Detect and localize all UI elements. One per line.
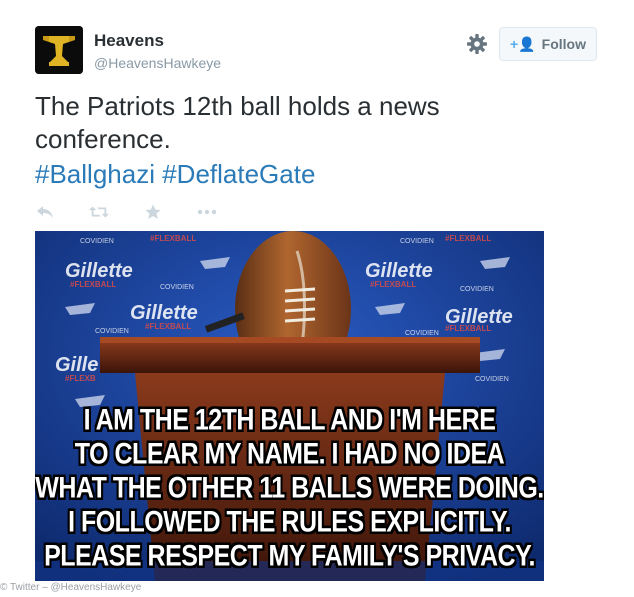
hashtag-deflategate[interactable]: #DeflateGate — [162, 159, 315, 189]
svg-text:#FLEXBALL: #FLEXBALL — [445, 234, 491, 243]
svg-text:#FLEXBALL: #FLEXBALL — [145, 322, 191, 331]
caption-line-3: WHAT THE OTHER 11 BALLS WERE DOING. — [35, 471, 544, 505]
hashtags: #Ballghazi #DeflateGate — [35, 158, 315, 191]
retweet-icon[interactable] — [89, 203, 109, 221]
svg-text:Gillette: Gillette — [130, 302, 198, 324]
svg-text:#FLEXB: #FLEXB — [65, 374, 96, 383]
hashtag-ballghazi[interactable]: #Ballghazi — [35, 159, 155, 189]
svg-text:#FLEXBALL: #FLEXBALL — [150, 234, 196, 243]
svg-text:Gillette: Gillette — [65, 260, 133, 282]
svg-text:COVIDIEN: COVIDIEN — [95, 328, 129, 335]
svg-text:Gillette: Gillette — [365, 260, 433, 282]
svg-text:#FLEXBALL: #FLEXBALL — [445, 324, 491, 333]
gear-icon[interactable] — [466, 33, 488, 55]
svg-text:#FLEXBALL: #FLEXBALL — [70, 280, 116, 289]
tweet-photo[interactable]: Gillette Gillette Gillette Gillette Gill… — [35, 231, 544, 581]
photo-credit: © Twitter – @HeavensHawkeye — [0, 582, 142, 593]
tweet-actions — [35, 202, 251, 222]
caption-line-4: I FOLLOWED THE RULES EXPLICITLY. — [68, 505, 511, 539]
caption-line-5: PLEASE RESPECT MY FAMILY'S PRIVACY. — [44, 539, 535, 573]
add-user-icon: +👤 — [510, 35, 536, 52]
svg-text:Gille: Gille — [55, 354, 98, 376]
favorite-icon[interactable] — [143, 203, 163, 221]
svg-text:COVIDIEN: COVIDIEN — [160, 284, 194, 291]
svg-text:#FLEXBALL: #FLEXBALL — [370, 280, 416, 289]
reply-icon[interactable] — [35, 203, 55, 221]
caption-line-2: TO CLEAR MY NAME. I HAD NO IDEA — [74, 437, 505, 471]
caption-line-1: I AM THE 12TH BALL AND I'M HERE — [83, 403, 496, 437]
user-name[interactable]: Heavens — [94, 31, 164, 51]
svg-text:COVIDIEN: COVIDIEN — [80, 238, 114, 245]
tweet-text: The Patriots 12th ball holds a news conf… — [35, 91, 440, 154]
svg-text:COVIDIEN: COVIDIEN — [400, 238, 434, 245]
user-handle[interactable]: @HeavensHawkeye — [94, 55, 221, 71]
follow-label: Follow — [541, 36, 586, 52]
svg-text:COVIDIEN: COVIDIEN — [460, 286, 494, 293]
svg-text:COVIDIEN: COVIDIEN — [475, 376, 509, 383]
svg-text:COVIDIEN: COVIDIEN — [405, 330, 439, 337]
avatar[interactable] — [35, 26, 83, 74]
follow-button[interactable]: +👤 Follow — [499, 27, 597, 61]
more-icon[interactable] — [197, 203, 217, 221]
